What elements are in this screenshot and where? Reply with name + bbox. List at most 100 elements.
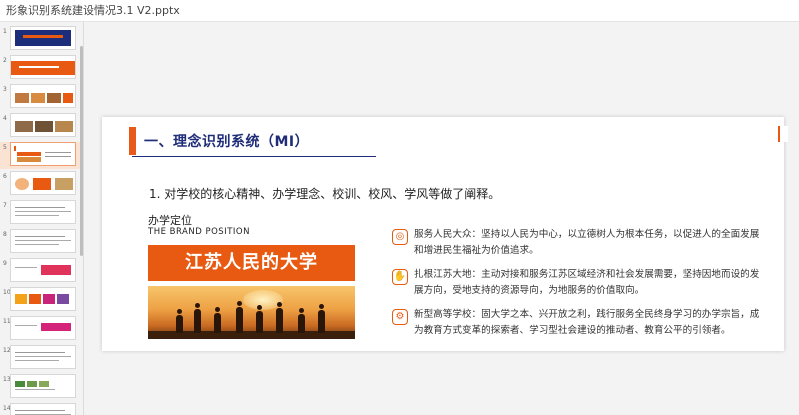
silhouette-person (298, 308, 305, 333)
slide-thumbnail-13[interactable]: 13 (0, 374, 83, 401)
silhouette-person (214, 307, 221, 333)
thumbnail-preview[interactable] (10, 171, 76, 195)
thumbnail-preview[interactable] (10, 200, 76, 224)
thumbnail-shape (15, 352, 65, 353)
thumbnail-shape (31, 93, 45, 103)
thumbnail-scrollbar[interactable] (80, 46, 83, 256)
thumbnail-shape (55, 178, 73, 190)
gear-icon: ⚙ (392, 309, 408, 325)
thumbnail-shape (15, 267, 37, 268)
thumbnail-shape (15, 410, 65, 411)
slide-thumbnail-11[interactable]: 11 (0, 316, 83, 343)
silhouette-person (194, 303, 201, 333)
thumbnail-shape (15, 240, 71, 241)
slide-editor[interactable]: 一、理念识别系统（MI） 1. 对学校的核心精神、办学理念、校训、校风、学风等做… (84, 22, 799, 415)
position-heading-en[interactable]: THE BRAND POSITION (148, 227, 250, 237)
position-heading-cn[interactable]: 办学定位 (148, 212, 192, 228)
thumbnail-shape (55, 121, 73, 132)
thumbnail-number: 7 (3, 202, 7, 209)
point-rooted-jiangsu[interactable]: ✋ 扎根江苏大地：主动对接和服务江苏区域经济和社会发展需要，坚持因地而设的发展方… (392, 267, 762, 299)
slide-thumbnail-8[interactable]: 8 (0, 229, 83, 256)
thumbnail-shape (15, 381, 25, 387)
thumbnail-shape (23, 35, 63, 38)
slide-thumbnail-5[interactable]: 5 (0, 142, 83, 169)
slide-thumbnail-14[interactable]: 14 (0, 403, 83, 415)
silhouette-person (236, 301, 243, 333)
slide-thumbnail-10[interactable]: 10 (0, 287, 83, 314)
thumbnail-preview[interactable] (10, 345, 76, 369)
thumbnail-shape (15, 121, 33, 132)
title-underline (132, 156, 376, 157)
thumbnail-preview[interactable] (10, 403, 76, 415)
position-points: ◎ 服务人民大众：坚持以人民为中心，以立德树人为根本任务，以促进人的全面发展和增… (392, 227, 762, 347)
thumbnail-shape (63, 93, 73, 103)
hand-icon: ✋ (392, 269, 408, 285)
thumbnail-number: 3 (3, 86, 7, 93)
thumbnail-number: 9 (3, 260, 7, 267)
thumbnail-shape (43, 294, 55, 304)
point-text: 服务人民大众：坚持以人民为中心，以立德树人为根本任务，以促进人的全面发展和增进民… (414, 229, 760, 256)
thumbnail-shape (45, 156, 71, 157)
thumbnail-number: 2 (3, 57, 7, 64)
thumbnail-number: 6 (3, 173, 7, 180)
thumbnail-shape (15, 207, 65, 208)
thumbnail-shape (15, 389, 55, 390)
thumbnail-shape (15, 360, 59, 361)
thumbnail-shape (39, 381, 49, 387)
thumbnail-shape (35, 121, 53, 132)
silhouette-person (176, 309, 183, 333)
thumbnail-number: 5 (3, 144, 7, 151)
people-icon: ◎ (392, 229, 408, 245)
silhouette-person (318, 304, 325, 333)
thumbnail-shape (41, 265, 71, 275)
slide-thumbnail-7[interactable]: 7 (0, 200, 83, 227)
thumbnail-shape (15, 211, 71, 212)
thumbnail-shape (17, 157, 41, 162)
thumbnail-shape (33, 178, 51, 190)
slide-thumbnail-12[interactable]: 12 (0, 345, 83, 372)
thumbnail-preview[interactable] (10, 55, 76, 79)
point-serve-people[interactable]: ◎ 服务人民大众：坚持以人民为中心，以立德树人为根本任务，以促进人的全面发展和增… (392, 227, 762, 259)
thumbnail-shape (15, 294, 27, 304)
thumbnail-shape (15, 325, 37, 326)
thumbnail-shape (17, 152, 41, 156)
sunset-glow (243, 290, 283, 310)
thumbnail-preview[interactable] (10, 374, 76, 398)
slide-thumbnail-1[interactable]: 1 (0, 26, 83, 53)
thumbnail-preview[interactable] (10, 26, 76, 50)
thumbnail-shape (15, 215, 59, 216)
thumbnail-preview[interactable] (10, 316, 76, 340)
thumbnail-number: 1 (3, 28, 7, 35)
thumbnail-shape (15, 244, 59, 245)
thumbnail-shape (19, 66, 59, 68)
slide-title[interactable]: 一、理念识别系统（MI） (144, 131, 309, 151)
point-new-university[interactable]: ⚙ 新型高等学校：固大学之本、兴开放之利，践行服务全民终身学习的办学宗旨，成为教… (392, 307, 762, 339)
next-slide-edge (778, 126, 788, 142)
silhouette-person (256, 305, 263, 333)
thumbnail-preview[interactable] (10, 142, 76, 166)
slide-thumbnail-3[interactable]: 3 (0, 84, 83, 111)
thumbnail-shape (57, 294, 69, 304)
slide-thumbnail-6[interactable]: 6 (0, 171, 83, 198)
thumbnail-shape (15, 30, 71, 46)
thumbnail-shape (29, 294, 41, 304)
thumbnail-preview[interactable] (10, 287, 76, 311)
thumbnail-shape (11, 61, 75, 75)
silhouette-person (276, 302, 283, 333)
title-accent-bar (129, 127, 136, 155)
slide-thumbnail-2[interactable]: 2 (0, 55, 83, 82)
thumbnail-shape (15, 178, 29, 190)
slide-thumbnail-9[interactable]: 9 (0, 258, 83, 285)
slide-thumbnail-4[interactable]: 4 (0, 113, 83, 140)
thumbnail-preview[interactable] (10, 258, 76, 282)
thumbnail-preview[interactable] (10, 113, 76, 137)
motto-banner[interactable]: 江苏人民的大学 (148, 245, 355, 281)
thumbnail-preview[interactable] (10, 229, 76, 253)
current-slide[interactable]: 一、理念识别系统（MI） 1. 对学校的核心精神、办学理念、校训、校风、学风等做… (102, 117, 784, 351)
silhouette-photo[interactable] (148, 286, 355, 339)
point-text: 扎根江苏大地：主动对接和服务江苏区域经济和社会发展需要，坚持因地而设的发展方向，… (414, 269, 760, 296)
slide-thumbnail-panel[interactable]: 1 2 3 4 5 6 7 8 9 10 11 12 13 14 (0, 22, 84, 415)
thumbnail-preview[interactable] (10, 84, 76, 108)
thumbnail-shape (15, 236, 65, 237)
intro-text[interactable]: 1. 对学校的核心精神、办学理念、校训、校风、学风等做了阐释。 (149, 185, 500, 202)
